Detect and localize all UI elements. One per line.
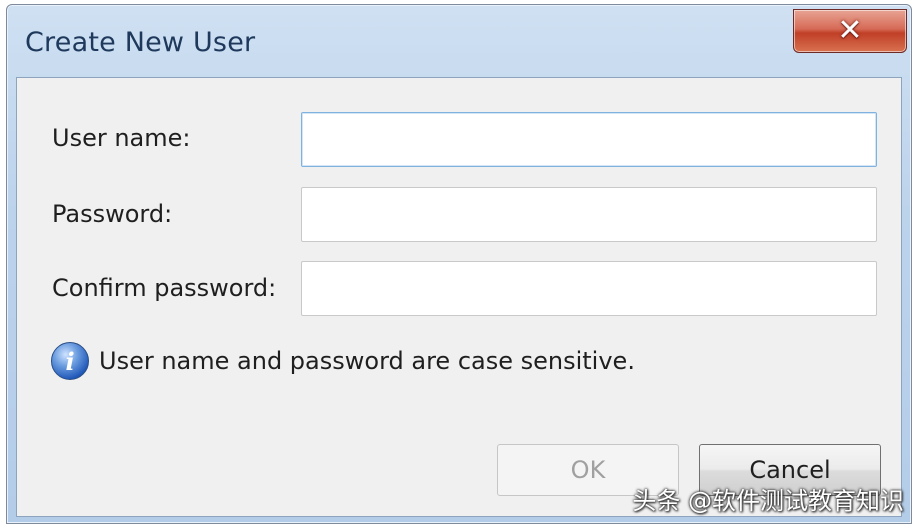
dialog-body: User name: Password: Confirm password: i…	[16, 77, 902, 517]
password-label: Password:	[52, 200, 173, 228]
title-bar[interactable]: Create New User ✕	[7, 5, 911, 77]
info-message: i User name and password are case sensit…	[51, 342, 635, 380]
close-icon: ✕	[837, 13, 863, 48]
password-field[interactable]	[301, 187, 877, 242]
confirm-password-field[interactable]	[301, 261, 877, 316]
dialog-window: Create New User ✕ User name: Password: C…	[6, 4, 912, 524]
info-text: User name and password are case sensitiv…	[99, 347, 635, 375]
username-field[interactable]	[301, 112, 877, 167]
username-label: User name:	[52, 124, 191, 152]
close-button[interactable]: ✕	[793, 9, 907, 53]
watermark-text: 头条 @软件测试教育知识	[632, 487, 904, 515]
dialog-title: Create New User	[25, 27, 256, 58]
confirm-password-label: Confirm password:	[52, 274, 277, 302]
info-icon: i	[51, 342, 89, 380]
